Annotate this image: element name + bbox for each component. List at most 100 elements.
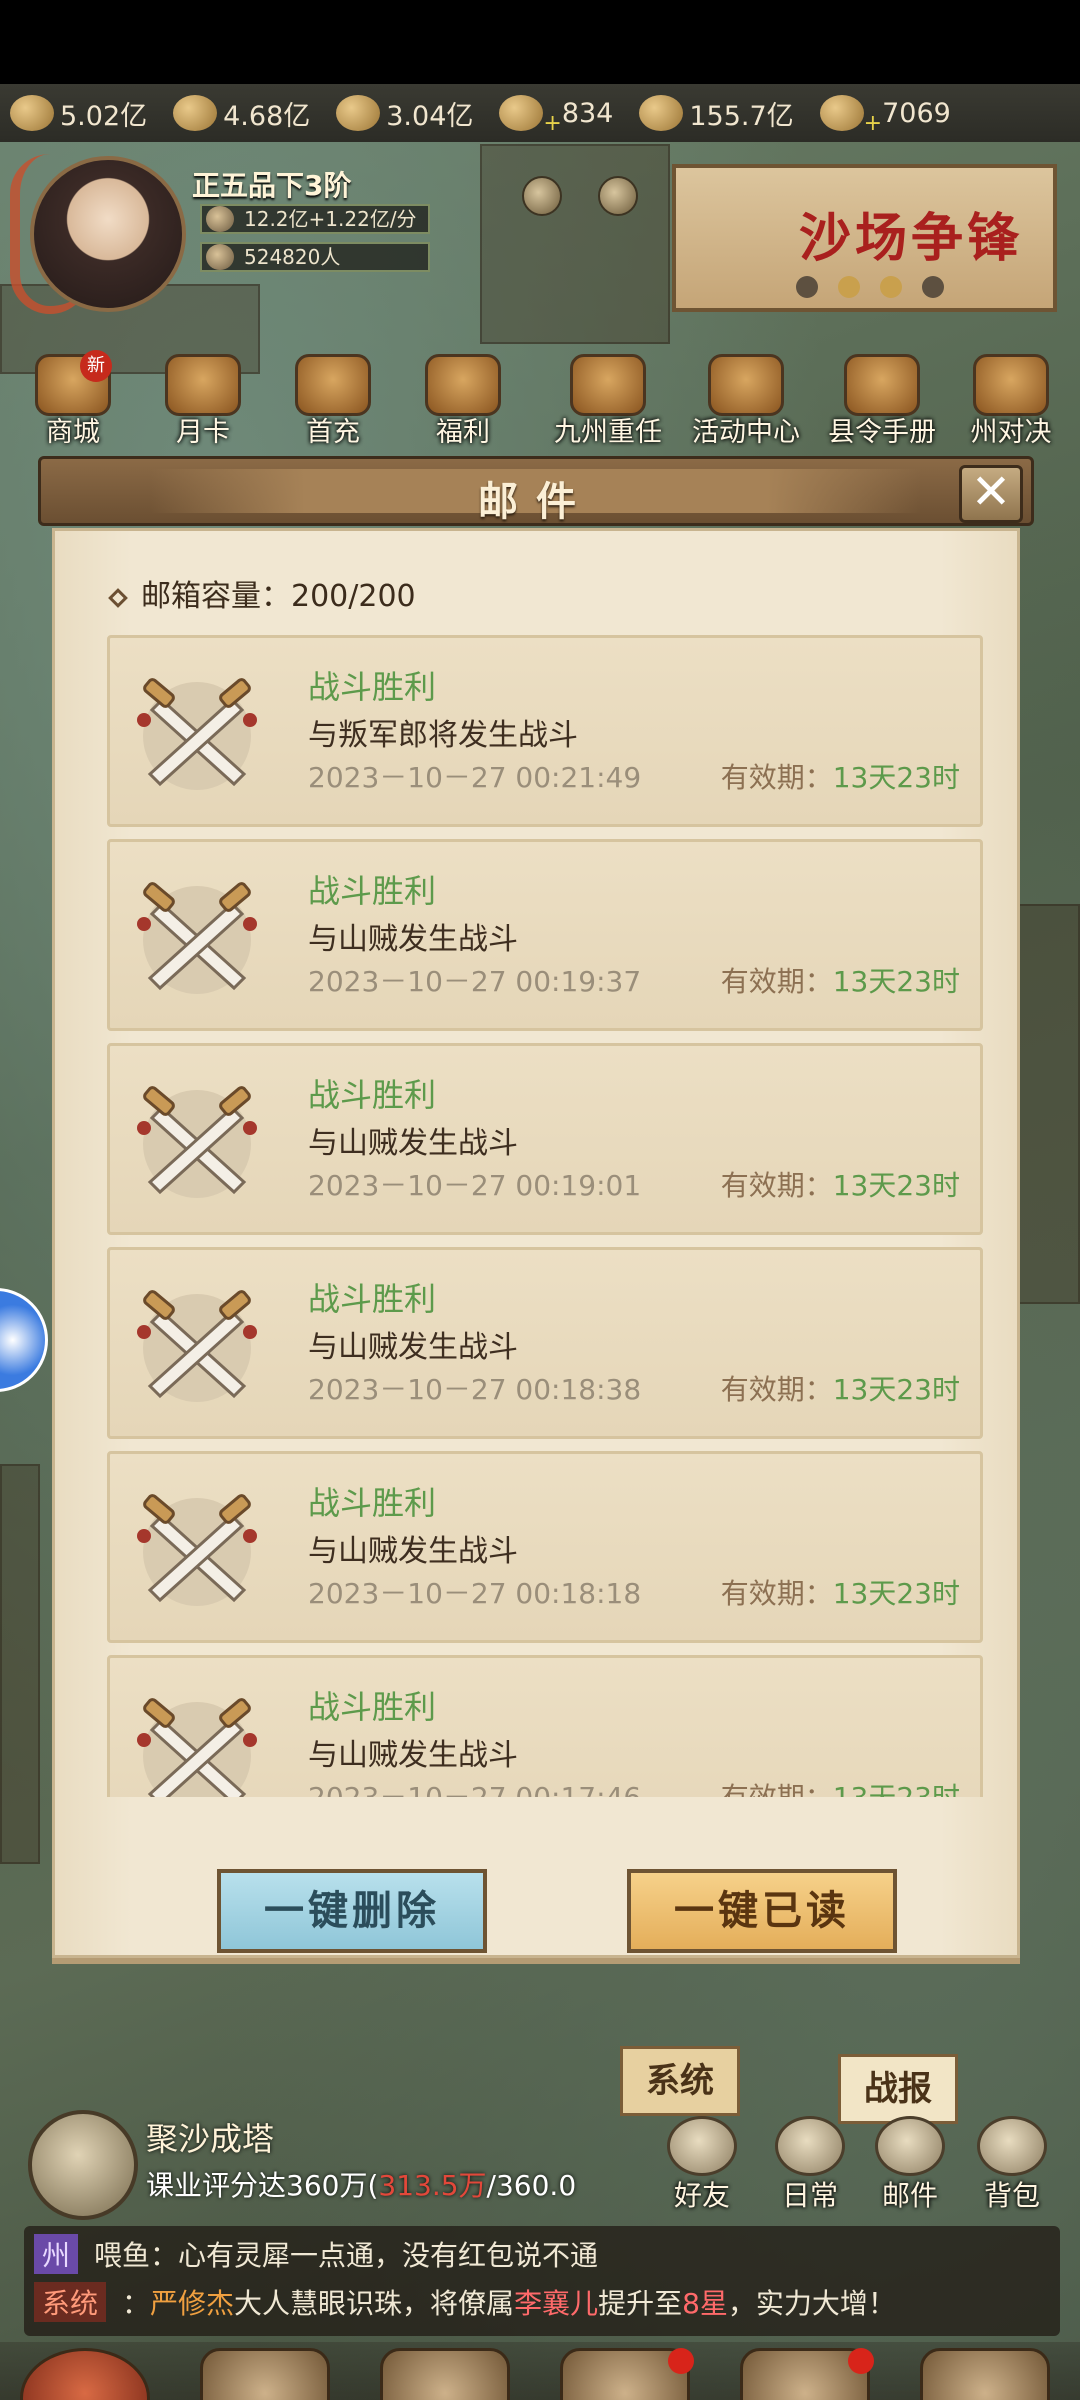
troops-icon: [336, 95, 381, 131]
crossed-swords-icon: [137, 1086, 257, 1198]
mail-title: 战斗胜利: [308, 1484, 437, 1522]
bottom-nav: 县邑 僚属 政务 州 城郊 九州: [0, 2342, 1080, 2400]
coin-collect-icon[interactable]: [598, 176, 638, 216]
nav-jiuzhou-mission[interactable]: 九州重任: [538, 354, 678, 449]
bottom-nav-affairs[interactable]: 政务: [370, 2348, 520, 2400]
resource-coin[interactable]: 155.7亿: [639, 94, 794, 133]
mail-item[interactable]: 战斗胜利 与山贼发生战斗 2023－10－27 00:19:01 有效期：13天…: [107, 1043, 983, 1235]
chat-message: 系统 ：严修杰大人慧眼识珠，将僚属李襄儿提升至8星，实力大增！: [34, 2282, 896, 2322]
population-bar[interactable]: 524820人: [200, 242, 430, 272]
market-icon[interactable]: [522, 176, 562, 216]
copper-coin-icon: [499, 95, 544, 131]
pager-dot[interactable]: [796, 276, 818, 298]
nav-handbook[interactable]: 县令手册: [812, 354, 952, 449]
mail-description: 与山贼发生战斗: [308, 922, 518, 957]
mail-title: 战斗胜利: [308, 1688, 437, 1726]
mail-item[interactable]: 战斗胜利 与叛军郎将发生战斗 2023－10－27 00:21:49 有效期：1…: [107, 635, 983, 827]
mail-button[interactable]: 邮件: [860, 2116, 960, 2214]
mail-item[interactable]: 战斗胜利 与山贼发生战斗 2023－10－27 00:18:38 有效期：13天…: [107, 1247, 983, 1439]
resource-troops[interactable]: 3.04亿: [336, 94, 473, 133]
quest-title: 聚沙成塔: [146, 2120, 275, 2158]
mail-item[interactable]: 战斗胜利 与山贼发生战斗 2023－10－27 00:19:37 有效期：13天…: [107, 839, 983, 1031]
mail-description: 与山贼发生战斗: [308, 1738, 518, 1773]
quest-progress: 课业评分达360万(313.5万/360.0: [146, 2169, 577, 2202]
bottom-nav-suburbs[interactable]: 城郊: [730, 2348, 880, 2400]
daily-button[interactable]: 日常: [760, 2116, 860, 2214]
mailbox-capacity: 邮箱容量：200/200: [108, 571, 416, 615]
tab-system[interactable]: 系统: [620, 2046, 740, 2116]
event-banner[interactable]: 沙场争锋: [672, 164, 1057, 312]
notification-dot: [668, 2348, 694, 2374]
friends-button[interactable]: 好友: [652, 2116, 752, 2214]
mail-description: 与山贼发生战斗: [308, 1534, 518, 1569]
bottom-nav-jiuzhou[interactable]: 九州: [910, 2348, 1060, 2400]
pager-dot[interactable]: [922, 276, 944, 298]
read-all-button[interactable]: 一键已读: [627, 1869, 897, 1953]
pager-dot-active[interactable]: [838, 276, 860, 298]
nav-activity-center[interactable]: 活动中心: [676, 354, 816, 449]
person-icon: [206, 244, 234, 270]
mail-title: 战斗胜利: [308, 1076, 437, 1114]
mail-title: 战斗胜利: [308, 668, 437, 706]
avatar[interactable]: [30, 156, 186, 312]
close-button[interactable]: ✕: [959, 465, 1023, 523]
crossed-swords-icon: [137, 882, 257, 994]
top-nav: 新 商城 月卡 首充 福利 九州重任 活动中心 县令手册 州对决: [0, 350, 1080, 449]
bottom-nav-state[interactable]: 州: [550, 2348, 700, 2400]
delete-all-button[interactable]: 一键删除: [217, 1869, 487, 1953]
gift-icon: [295, 354, 371, 416]
resource-gold[interactable]: +7069: [819, 91, 951, 136]
quest-tracker[interactable]: 聚沙成塔 课业评分达360万(313.5万/360.0: [28, 2110, 628, 2220]
nav-shop[interactable]: 新 商城: [18, 350, 128, 449]
mail-description: 与山贼发生战斗: [308, 1126, 518, 1161]
grain-icon: [173, 95, 218, 131]
income-bar[interactable]: 12.2亿+1.22亿/分: [200, 204, 430, 234]
mail-list[interactable]: 战斗胜利 与叛军郎将发生战斗 2023－10－27 00:21:49 有效期：1…: [107, 635, 983, 1797]
mail-timestamp: 2023－10－27 00:21:49: [308, 761, 642, 794]
chat-box[interactable]: 州喂鱼：心有灵犀一点通，没有红包说不通 系统 ：严修杰大人慧眼识珠，将僚属李襄儿提…: [24, 2226, 1060, 2336]
building-left: [0, 1464, 40, 1864]
mail-expiry: 有效期：13天23时: [720, 965, 960, 998]
official-rank: 正五品下3阶: [192, 169, 352, 202]
banner-pager: [796, 276, 944, 298]
staff-icon: [200, 2348, 330, 2400]
mail-timestamp: 2023－10－27 00:19:37: [308, 965, 642, 998]
nav-first-recharge[interactable]: 首充: [278, 354, 388, 449]
mail-item[interactable]: 战斗胜利 与山贼发生战斗 2023－10－27 00:18:18 有效期：13天…: [107, 1451, 983, 1643]
nav-monthly-card[interactable]: 月卡: [148, 354, 258, 449]
bottom-nav-county[interactable]: 县邑: [10, 2348, 160, 2400]
mail-panel: 邮箱容量：200/200 战斗胜利 与叛军郎将发生战斗 2023－10－27 0…: [52, 528, 1020, 1958]
bottom-nav-staff[interactable]: 僚属: [190, 2348, 340, 2400]
mail-title: 战斗胜利: [308, 872, 437, 910]
activity-icon: [708, 354, 784, 416]
resource-bar: 5.02亿 4.68亿 3.04亿 +834 155.7亿 +7069: [0, 84, 1080, 142]
resource-grain[interactable]: 4.68亿: [173, 94, 310, 133]
mission-icon: [570, 354, 646, 416]
mail-timestamp: 2023－10－27 00:18:38: [308, 1373, 642, 1406]
handbook-icon: [844, 354, 920, 416]
welfare-icon: [425, 354, 501, 416]
coin-icon: [639, 95, 684, 131]
monthly-card-icon: [165, 354, 241, 416]
gold-ingot-icon: [819, 95, 864, 131]
mail-expiry: 有效期：13天23时: [720, 1373, 960, 1406]
county-icon: [20, 2348, 150, 2400]
resource-copper[interactable]: +834: [499, 91, 613, 136]
pager-dot-active[interactable]: [880, 276, 902, 298]
mail-timestamp: 2023－10－27 00:17:46: [308, 1776, 641, 1797]
mail-item[interactable]: 战斗胜利 与山贼发生战斗 2023－10－27 00:17:46 有效期：13天…: [107, 1655, 983, 1797]
tab-battle-report[interactable]: 战报: [838, 2054, 958, 2124]
friends-icon: [667, 2116, 737, 2176]
diamond-icon: [108, 587, 128, 608]
duel-icon: [973, 354, 1049, 416]
mail-expiry: 有效期：13天23时: [720, 1577, 960, 1610]
daily-icon: [775, 2116, 845, 2176]
nav-welfare[interactable]: 福利: [408, 354, 518, 449]
plus-icon: +: [863, 110, 883, 136]
mail-icon: [875, 2116, 945, 2176]
resource-silver[interactable]: 5.02亿: [10, 94, 147, 133]
nav-state-duel[interactable]: 州对决: [948, 354, 1074, 449]
mail-expiry: 有效期：13天23时: [720, 1169, 960, 1202]
bag-button[interactable]: 背包: [962, 2116, 1062, 2214]
crossed-swords-icon: [137, 1698, 257, 1797]
